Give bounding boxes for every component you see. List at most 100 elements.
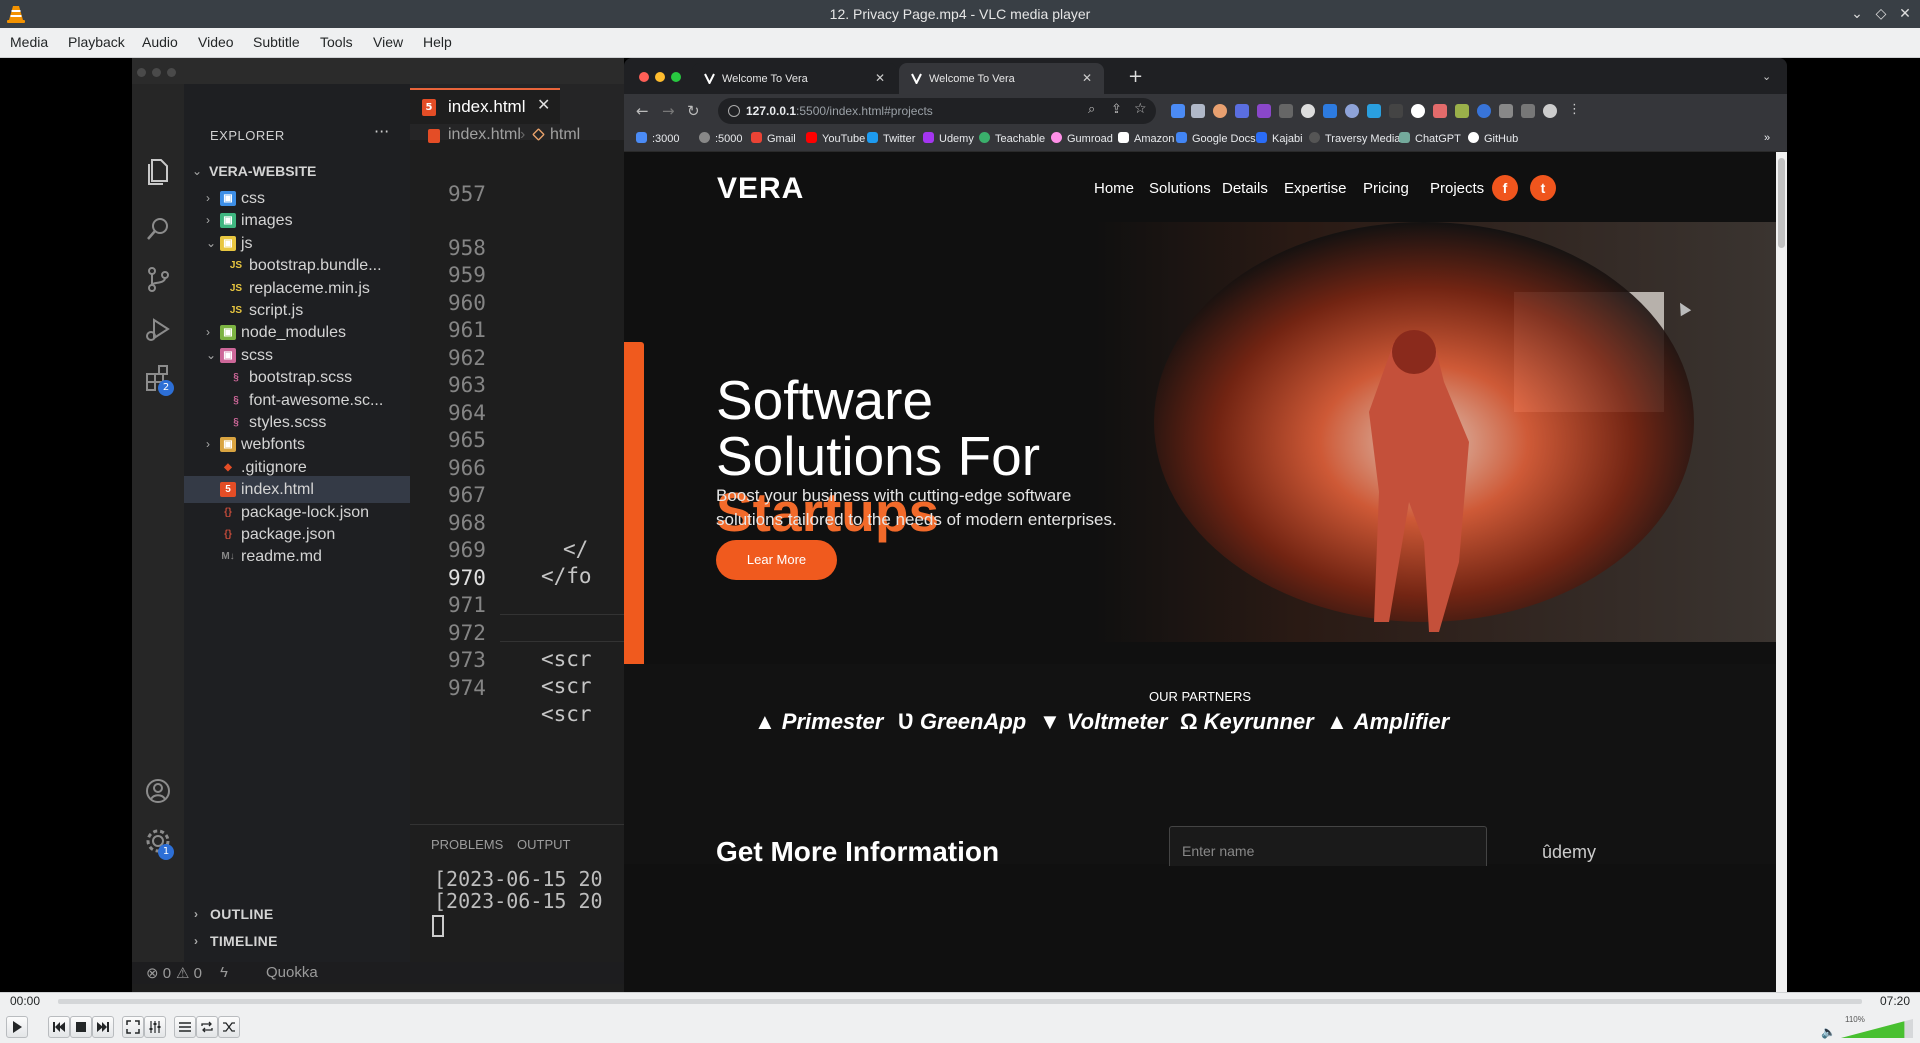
- extension-icon[interactable]: [1455, 104, 1469, 118]
- bookmark-item[interactable]: Twitter: [867, 132, 915, 145]
- previous-button[interactable]: [48, 1016, 70, 1038]
- extension-icon[interactable]: [1345, 104, 1359, 118]
- facebook-icon[interactable]: f: [1492, 175, 1518, 201]
- browser-tab-active[interactable]: Welcome To Vera ✕: [899, 63, 1104, 94]
- menu-view[interactable]: View: [373, 34, 403, 50]
- profile-avatar[interactable]: [1543, 104, 1557, 118]
- minimize-dot[interactable]: [655, 72, 665, 82]
- account-icon[interactable]: [141, 774, 175, 808]
- forward-icon[interactable]: →: [662, 102, 675, 120]
- tab-search-icon[interactable]: ⌄: [1762, 70, 1771, 83]
- extension-icon[interactable]: [1279, 104, 1293, 118]
- more-actions-icon[interactable]: ···: [374, 122, 389, 141]
- tab-problems[interactable]: PROBLEMS: [431, 837, 503, 852]
- close-window-button[interactable]: ✕: [1896, 5, 1914, 23]
- tree-file[interactable]: M↓ readme.md: [184, 543, 410, 570]
- warning-count[interactable]: ⚠ 0: [176, 964, 202, 982]
- play-button[interactable]: [6, 1016, 28, 1038]
- playlist-button[interactable]: [174, 1016, 196, 1038]
- site-logo[interactable]: VERA: [717, 172, 804, 206]
- back-icon[interactable]: ←: [636, 102, 649, 120]
- zoom-dot[interactable]: [671, 72, 681, 82]
- extension-icon[interactable]: [1411, 104, 1425, 118]
- source-control-icon[interactable]: [141, 262, 175, 296]
- close-dot[interactable]: [639, 72, 649, 82]
- site-info-icon[interactable]: [728, 105, 740, 117]
- side-panel-icon[interactable]: [1521, 104, 1535, 118]
- video-surface[interactable]: 2 1 EXPLORER ··· ⌄ VERA-WEBSITE › ▣ css › ▣ i…: [0, 58, 1920, 992]
- menu-media[interactable]: Media: [10, 34, 48, 50]
- bookmark-item[interactable]: :5000: [699, 132, 743, 145]
- extension-icon[interactable]: [1389, 104, 1403, 118]
- outline-section[interactable]: › OUTLINE: [184, 901, 410, 928]
- bookmark-item[interactable]: Traversy Media: [1309, 132, 1400, 145]
- minimize-button[interactable]: ⌄: [1848, 5, 1866, 23]
- bookmark-item[interactable]: GitHub: [1468, 132, 1518, 145]
- extension-icon[interactable]: [1301, 104, 1315, 118]
- share-icon[interactable]: ⇪: [1111, 102, 1122, 117]
- bookmark-item[interactable]: Teachable: [979, 132, 1045, 145]
- browser-tab[interactable]: Welcome To Vera ✕: [692, 63, 897, 94]
- reload-icon[interactable]: ↻: [687, 102, 700, 120]
- vscode-close-dot[interactable]: [137, 68, 146, 77]
- extension-icon[interactable]: [1257, 104, 1271, 118]
- page-scrollbar[interactable]: [1776, 152, 1787, 992]
- breadcrumb-element[interactable]: html: [550, 126, 580, 144]
- bookmark-item[interactable]: Gmail: [751, 132, 796, 145]
- search-icon[interactable]: [141, 212, 175, 246]
- extension-icon[interactable]: [1367, 104, 1381, 118]
- speaker-icon[interactable]: 🔈: [1821, 1025, 1836, 1039]
- timeline-section[interactable]: › TIMELINE: [184, 928, 410, 955]
- tab-index-html[interactable]: 5 index.html ✕: [410, 88, 560, 124]
- extension-icon[interactable]: [1235, 104, 1249, 118]
- fullscreen-button[interactable]: [122, 1016, 144, 1038]
- loop-button[interactable]: [196, 1016, 218, 1038]
- stop-button[interactable]: [70, 1016, 92, 1038]
- nav-details[interactable]: Details: [1222, 180, 1268, 197]
- close-tab-icon[interactable]: ✕: [1082, 71, 1092, 85]
- menu-playback[interactable]: Playback: [68, 34, 125, 50]
- twitter-icon[interactable]: t: [1530, 175, 1556, 201]
- close-tab-icon[interactable]: ✕: [875, 71, 885, 85]
- bookmark-item[interactable]: YouTube: [806, 132, 865, 145]
- explorer-files-icon[interactable]: [141, 154, 175, 188]
- menu-tools[interactable]: Tools: [320, 34, 353, 50]
- vscode-minimize-dot[interactable]: [152, 68, 161, 77]
- nav-expertise[interactable]: Expertise: [1284, 180, 1347, 197]
- learn-more-button[interactable]: Lear More: [716, 540, 837, 580]
- extension-icon[interactable]: [1433, 104, 1447, 118]
- bookmark-item[interactable]: Amazon: [1118, 132, 1174, 145]
- bookmark-item[interactable]: ChatGPT: [1399, 132, 1461, 145]
- bookmarks-overflow-icon[interactable]: »: [1764, 132, 1770, 144]
- menu-video[interactable]: Video: [198, 34, 234, 50]
- extension-icon[interactable]: [1171, 104, 1185, 118]
- zoom-icon[interactable]: ⌕: [1088, 102, 1095, 117]
- project-root[interactable]: ⌄ VERA-WEBSITE: [184, 158, 410, 185]
- next-button[interactable]: [92, 1016, 114, 1038]
- extension-icon[interactable]: [1323, 104, 1337, 118]
- shuffle-button[interactable]: [218, 1016, 240, 1038]
- extension-icon[interactable]: [1213, 104, 1227, 118]
- bookmark-item[interactable]: Gumroad: [1051, 132, 1113, 145]
- quokka-status[interactable]: Quokka: [266, 964, 318, 981]
- maximize-button[interactable]: ◇: [1872, 5, 1890, 23]
- manage-gear-icon[interactable]: 1: [141, 824, 175, 860]
- bookmark-item[interactable]: :3000: [636, 132, 680, 145]
- tab-output[interactable]: OUTPUT: [517, 837, 570, 852]
- menu-help[interactable]: Help: [423, 34, 452, 50]
- nav-solutions[interactable]: Solutions: [1149, 180, 1211, 197]
- nav-home[interactable]: Home: [1094, 180, 1134, 197]
- extension-icon[interactable]: [1191, 104, 1205, 118]
- bookmark-item[interactable]: Udemy: [923, 132, 974, 145]
- scrollbar-thumb[interactable]: [1778, 158, 1785, 248]
- name-input[interactable]: Enter name: [1169, 826, 1487, 866]
- extensions-icon[interactable]: 2: [141, 362, 175, 396]
- bookmark-star-icon[interactable]: ☆: [1134, 101, 1147, 117]
- kebab-menu-icon[interactable]: ⋮: [1568, 102, 1581, 117]
- nav-projects[interactable]: Projects: [1430, 180, 1484, 197]
- seek-bar[interactable]: [58, 999, 1862, 1004]
- menu-audio[interactable]: Audio: [142, 34, 178, 50]
- extension-icon[interactable]: [1477, 104, 1491, 118]
- nav-pricing[interactable]: Pricing: [1363, 180, 1409, 197]
- address-bar[interactable]: 127.0.0.1:5500/index.html#projects ⌕ ⇪ ☆: [718, 98, 1156, 124]
